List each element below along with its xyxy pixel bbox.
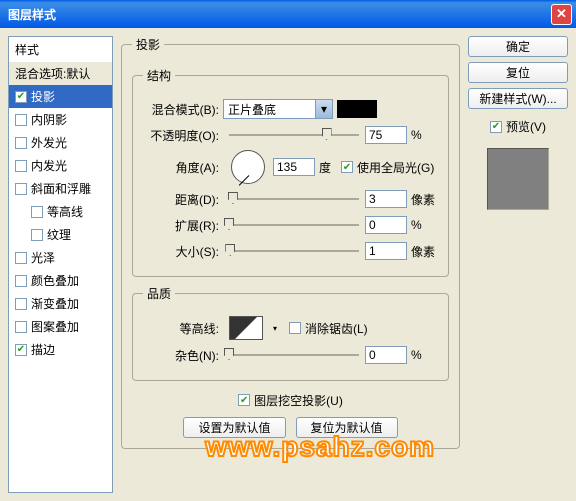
shadow-group: 投影 结构 混合模式(B): 正片叠底 ▾ 不透明度(O): % [121,36,460,449]
style-label: 渐变叠加 [31,295,79,312]
knockout-checkbox[interactable]: ✔ [238,394,250,406]
spread-slider[interactable] [229,217,359,233]
size-label: 大小(S): [143,243,223,260]
opacity-input[interactable] [365,126,407,144]
knockout-label: 图层挖空投影(U) [254,392,343,409]
style-item-1[interactable]: 内阴影 [9,108,112,131]
noise-unit: % [411,348,422,362]
angle-input[interactable] [273,158,315,176]
size-input[interactable] [365,242,407,260]
style-checkbox[interactable] [15,321,27,333]
style-checkbox[interactable] [15,183,27,195]
spread-input[interactable] [365,216,407,234]
style-label: 描边 [31,341,55,358]
structure-title: 结构 [143,67,175,84]
window-title: 图层样式 [8,6,551,23]
style-label: 内发光 [31,157,67,174]
reset-default-button[interactable]: 复位为默认值 [296,417,398,438]
style-item-5[interactable]: 等高线 [9,200,112,223]
blend-mode-combo[interactable]: 正片叠底 ▾ [223,99,333,119]
blend-options-item[interactable]: 混合选项:默认 [9,62,112,85]
distance-unit: 像素 [411,191,435,208]
style-checkbox[interactable] [15,114,27,126]
opacity-unit: % [411,128,422,142]
opacity-slider[interactable] [229,127,359,143]
style-label: 内阴影 [31,111,67,128]
chevron-down-icon: ▾ [315,100,332,118]
spread-unit: % [411,218,422,232]
quality-title: 品质 [143,285,175,302]
style-item-6[interactable]: 纹理 [9,223,112,246]
global-light-label: 使用全局光(G) [357,159,434,176]
style-item-3[interactable]: 内发光 [9,154,112,177]
style-label: 等高线 [47,203,83,220]
structure-group: 结构 混合模式(B): 正片叠底 ▾ 不透明度(O): % 角度( [132,67,449,277]
style-checkbox[interactable] [31,206,43,218]
style-checkbox[interactable] [15,275,27,287]
style-label: 斜面和浮雕 [31,180,91,197]
titlebar: 图层样式 ✕ [0,0,576,28]
style-item-2[interactable]: 外发光 [9,131,112,154]
style-item-7[interactable]: 光泽 [9,246,112,269]
main-panel: 投影 结构 混合模式(B): 正片叠底 ▾ 不透明度(O): % [121,36,460,493]
antialiased-label: 消除锯齿(L) [305,320,368,337]
style-label: 投影 [31,88,55,105]
style-item-9[interactable]: 渐变叠加 [9,292,112,315]
quality-group: 品质 等高线: ▾ 消除锯齿(L) 杂色(N): % [132,285,449,381]
shadow-color-swatch[interactable] [337,100,377,118]
close-button[interactable]: ✕ [551,4,572,25]
style-item-10[interactable]: 图案叠加 [9,315,112,338]
chevron-down-icon[interactable]: ▾ [269,316,281,340]
preview-label: 预览(V) [506,118,546,135]
contour-label: 等高线: [143,320,223,337]
styles-header: 样式 [9,37,112,62]
style-checkbox[interactable] [15,298,27,310]
style-checkbox[interactable]: ✔ [15,91,27,103]
style-label: 光泽 [31,249,55,266]
styles-list: 样式 混合选项:默认 ✔ 投影内阴影外发光内发光斜面和浮雕等高线纹理光泽颜色叠加渐… [8,36,113,493]
style-item-11[interactable]: ✔ 描边 [9,338,112,361]
spread-label: 扩展(R): [143,217,223,234]
style-checkbox[interactable] [31,229,43,241]
preview-checkbox[interactable]: ✔ [490,121,502,133]
style-item-8[interactable]: 颜色叠加 [9,269,112,292]
style-checkbox[interactable] [15,137,27,149]
style-checkbox[interactable] [15,252,27,264]
antialiased-checkbox[interactable] [289,322,301,334]
ok-button[interactable]: 确定 [468,36,568,57]
style-label: 外发光 [31,134,67,151]
noise-input[interactable] [365,346,407,364]
size-slider[interactable] [229,243,359,259]
contour-picker[interactable] [229,316,263,340]
right-panel: 确定 复位 新建样式(W)... ✔ 预览(V) [468,36,568,493]
preview-swatch [487,148,549,210]
shadow-group-title: 投影 [132,36,164,53]
style-label: 图案叠加 [31,318,79,335]
angle-unit: 度 [319,159,331,176]
set-default-button[interactable]: 设置为默认值 [183,417,285,438]
new-style-button[interactable]: 新建样式(W)... [468,88,568,109]
blend-mode-label: 混合模式(B): [143,101,223,118]
style-checkbox[interactable]: ✔ [15,344,27,356]
angle-label: 角度(A): [143,159,223,176]
distance-label: 距离(D): [143,191,223,208]
angle-dial[interactable] [231,150,265,184]
style-item-0[interactable]: ✔ 投影 [9,85,112,108]
size-unit: 像素 [411,243,435,260]
noise-slider[interactable] [229,347,359,363]
style-label: 纹理 [47,226,71,243]
style-item-4[interactable]: 斜面和浮雕 [9,177,112,200]
distance-slider[interactable] [229,191,359,207]
style-checkbox[interactable] [15,160,27,172]
style-label: 颜色叠加 [31,272,79,289]
opacity-label: 不透明度(O): [143,127,223,144]
cancel-button[interactable]: 复位 [468,62,568,83]
global-light-checkbox[interactable]: ✔ [341,161,353,173]
distance-input[interactable] [365,190,407,208]
dialog-content: 样式 混合选项:默认 ✔ 投影内阴影外发光内发光斜面和浮雕等高线纹理光泽颜色叠加渐… [0,28,576,501]
noise-label: 杂色(N): [143,347,223,364]
